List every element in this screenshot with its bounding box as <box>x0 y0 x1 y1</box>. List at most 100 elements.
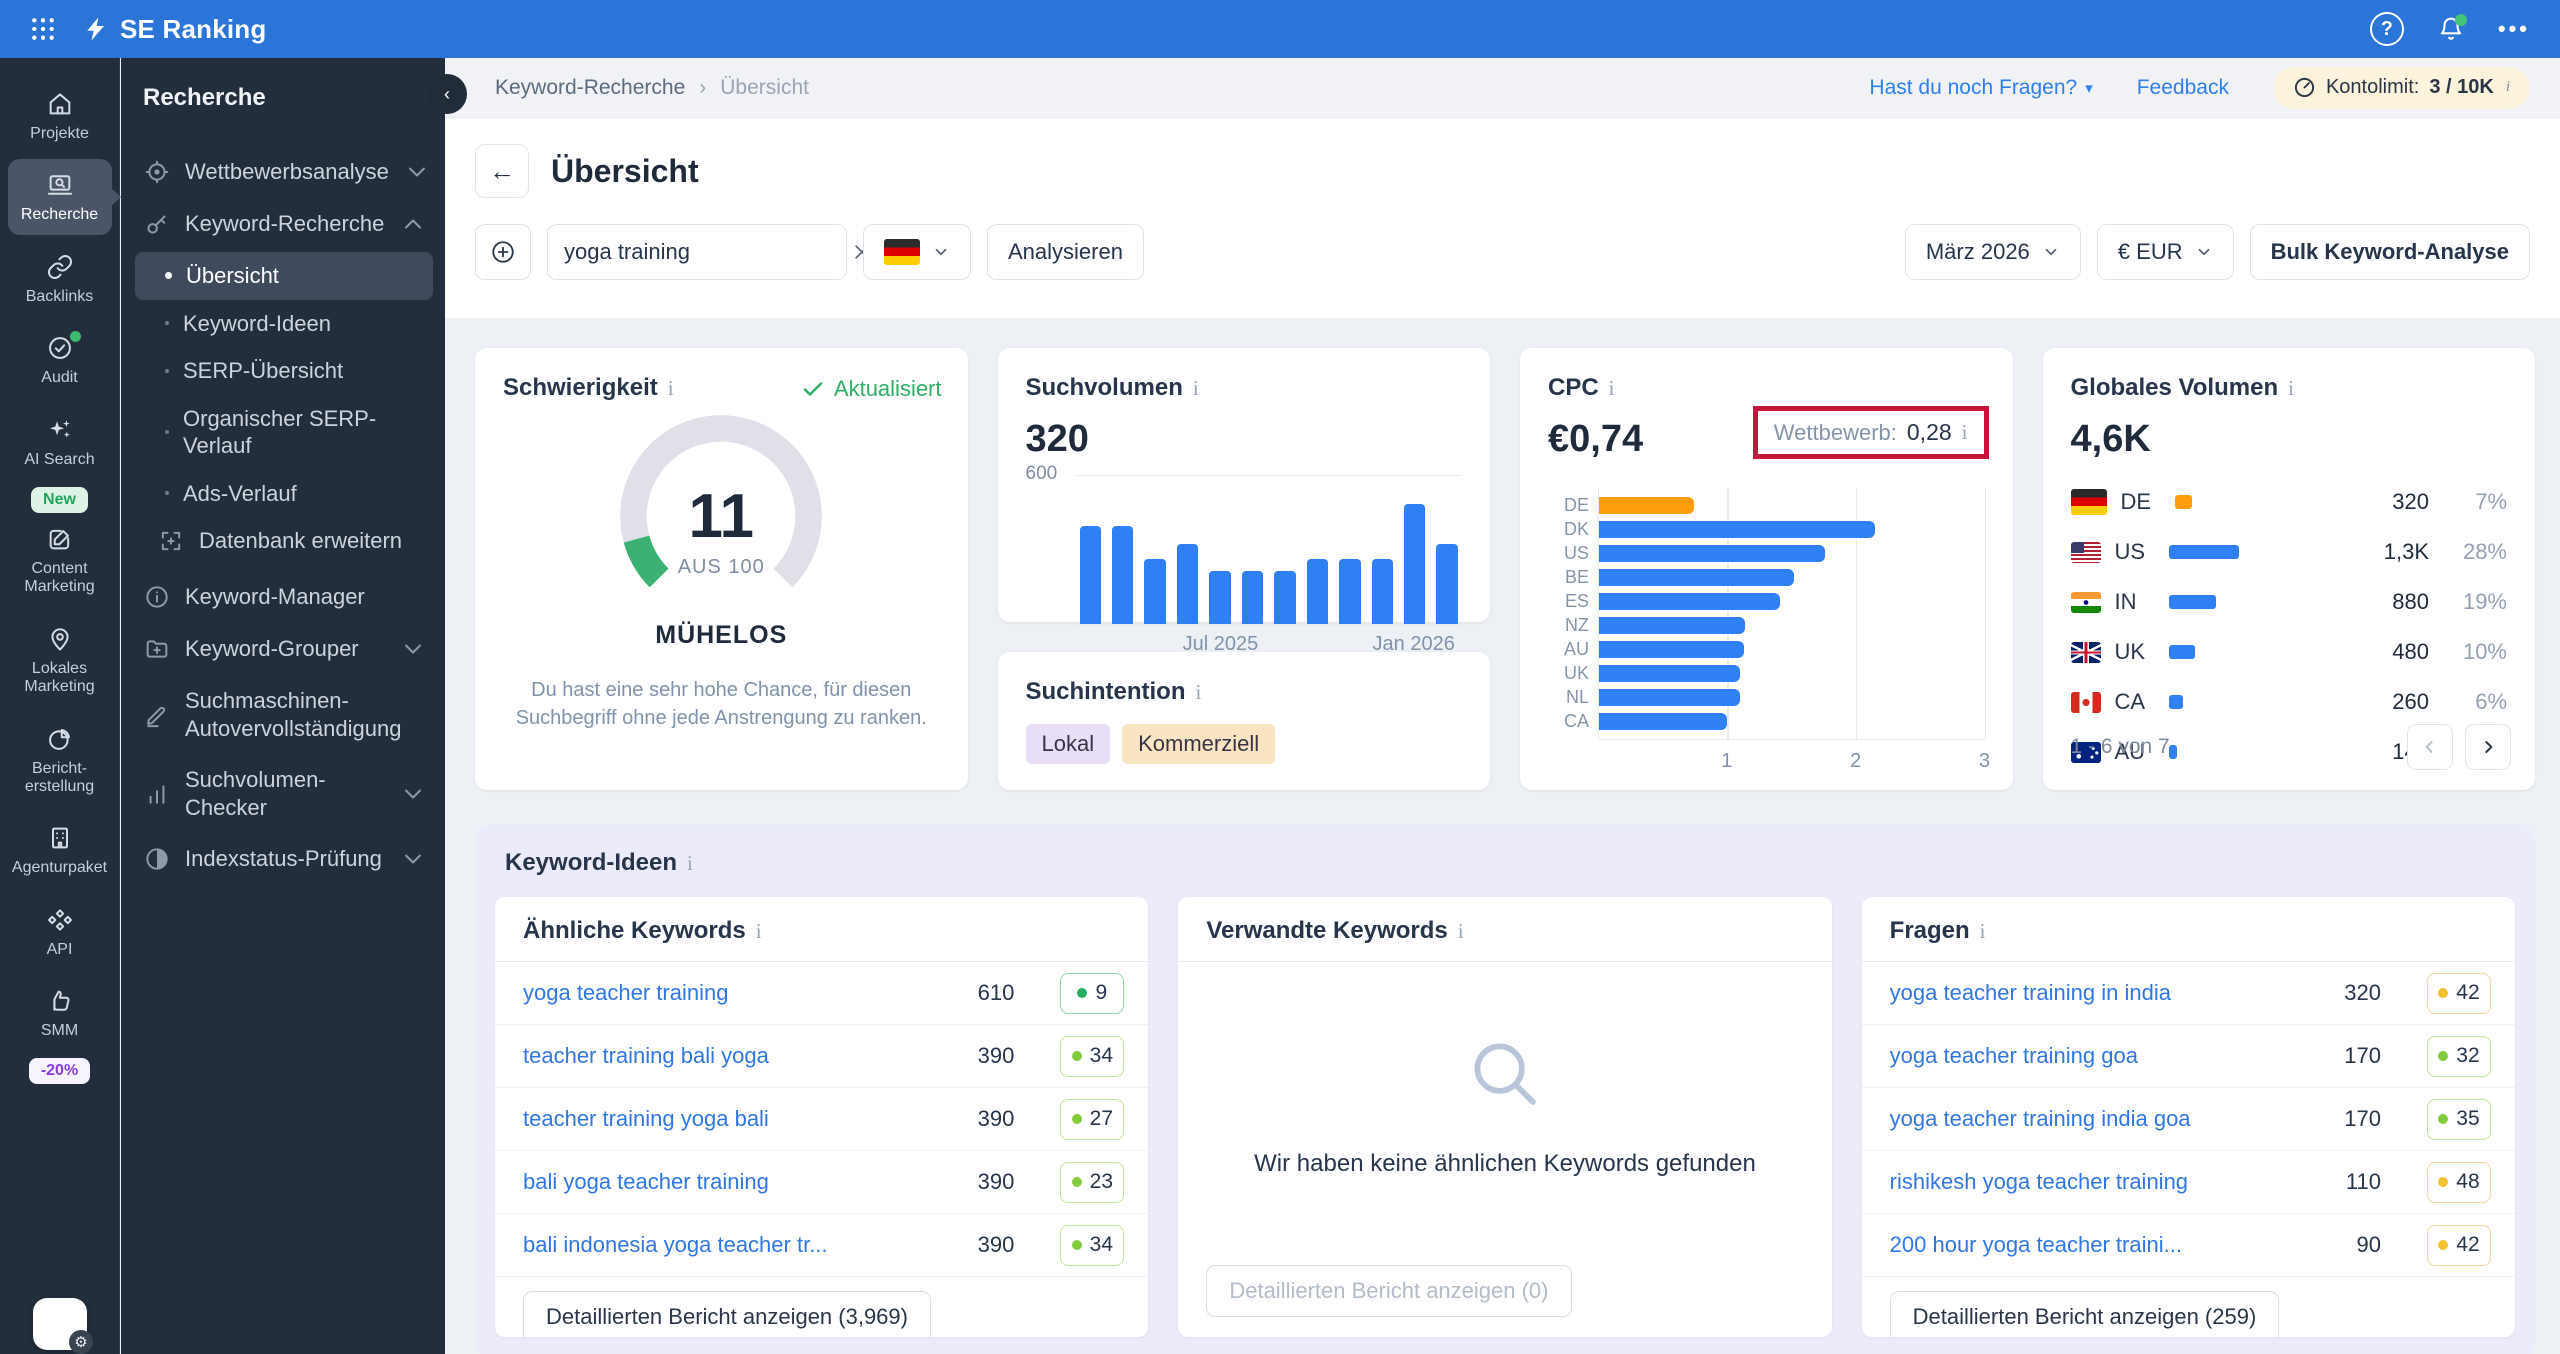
sidebar-subitem-organischer-serp-verlauf[interactable]: Organischer SERP-Verlauf <box>135 395 433 470</box>
question-keyword-row[interactable]: yoga teacher training india goa 170 35 <box>1861 1088 2515 1151</box>
info-icon[interactable]: i <box>1980 919 1986 944</box>
keyword-link[interactable]: bali indonesia yoga teacher tr... <box>523 1232 904 1258</box>
prev-page-button[interactable] <box>2407 724 2453 770</box>
rail-item-berichterstellung[interactable]: Bericht-erstellung <box>8 713 112 807</box>
similar-detailed-report-button[interactable]: Detaillierten Bericht anzeigen (3,969) <box>523 1291 931 1337</box>
question-keyword-row[interactable]: yoga teacher training in india 320 42 <box>1861 962 2515 1025</box>
info-icon[interactable]: i <box>1195 680 1201 705</box>
info-icon[interactable]: i <box>687 851 693 876</box>
volume-bar-Sep 2025 <box>1274 571 1296 624</box>
country-select[interactable] <box>863 224 971 280</box>
rail-item-smm[interactable]: SMM <box>8 975 112 1050</box>
sidebar-item-suchmaschinen-autovervollstaendigung[interactable]: Suchmaschinen-Autovervollständigung <box>135 675 433 754</box>
difficulty-dot <box>2438 1240 2449 1250</box>
keyword-link[interactable]: bali yoga teacher training <box>523 1169 904 1195</box>
keyword-link[interactable]: teacher training bali yoga <box>523 1043 904 1069</box>
month-select[interactable]: März 2026 <box>1904 224 2081 280</box>
similar-keyword-row[interactable]: bali indonesia yoga teacher tr... 390 34 <box>495 1214 1149 1277</box>
breadcrumb-parent[interactable]: Keyword-Recherche <box>495 76 685 100</box>
sidebar-item-keyword-grouper[interactable]: Keyword-Grouper <box>135 623 433 675</box>
volume-value: 1,3K <box>2383 539 2429 564</box>
chat-widget-button[interactable]: ⚙ <box>33 1298 93 1354</box>
info-icon[interactable]: i <box>1609 376 1615 401</box>
sidebar-item-keyword-recherche[interactable]: Keyword-Recherche <box>135 198 433 250</box>
card-title: Fragen <box>1889 917 1970 944</box>
bulk-analysis-button[interactable]: Bulk Keyword-Analyse <box>2249 224 2530 280</box>
intent-badge-local: Lokal <box>1025 724 1111 764</box>
keyword-link[interactable]: 200 hour yoga teacher traini... <box>1890 1232 2271 1258</box>
questions-dropdown[interactable]: Hast du noch Fragen? ▾ <box>1869 76 2092 100</box>
sidebar-subitem-label: Ads-Verlauf <box>183 480 297 506</box>
rail-item-label: Agenturpaket <box>11 859 108 877</box>
rail-item-ai-search[interactable]: AI Search <box>8 404 112 479</box>
difficulty-gauge: 11 AUS 100 <box>609 414 833 619</box>
question-keyword-row[interactable]: yoga teacher training goa 170 32 <box>1861 1025 2515 1088</box>
info-icon[interactable]: i <box>668 376 674 401</box>
info-icon[interactable]: i <box>2506 79 2510 96</box>
rail-item-agenturpaket[interactable]: Agenturpaket <box>8 812 112 887</box>
sidebar-item-indexstatus-pruefung[interactable]: Indexstatus-Prüfung <box>135 833 433 885</box>
country-label: CA <box>1563 710 1589 731</box>
keyword-link[interactable]: yoga teacher training goa <box>1890 1043 2271 1069</box>
add-keyword-button[interactable] <box>475 224 531 280</box>
sidebar-subitem-uebersicht[interactable]: Übersicht <box>135 252 433 300</box>
rail-item-projekte[interactable]: Projekte <box>8 78 112 153</box>
info-icon[interactable]: i <box>1962 420 1968 445</box>
help-icon[interactable]: ? <box>2369 12 2404 46</box>
account-limit-badge[interactable]: Kontolimit: 3 / 10K i <box>2272 66 2530 109</box>
sidebar-subitem-datenbank-erweitern[interactable]: Datenbank erweitern <box>135 517 433 565</box>
keyword-link[interactable]: yoga teacher training in india <box>1890 980 2271 1006</box>
country-code: IN <box>2114 589 2137 614</box>
app-grid-icon[interactable] <box>30 16 56 42</box>
similar-keyword-row[interactable]: yoga teacher training 610 9 <box>495 962 1149 1025</box>
country-label: UK <box>1563 662 1589 683</box>
info-icon[interactable]: i <box>1458 919 1464 944</box>
more-menu-icon[interactable]: ••• <box>2498 16 2530 42</box>
cpc-bar-US <box>1599 544 1826 562</box>
keyword-link[interactable]: teacher training yoga bali <box>523 1106 904 1132</box>
sidebar-item-wettbewerbsanalyse[interactable]: Wettbewerbsanalyse <box>135 146 433 198</box>
questions-detailed-report-button[interactable]: Detaillierten Bericht anzeigen (259) <box>1889 1291 2280 1337</box>
sidebar-collapse-button[interactable]: ‹ <box>427 74 467 114</box>
info-icon[interactable]: i <box>1193 376 1199 401</box>
back-button[interactable]: ← <box>475 144 529 198</box>
analyze-button[interactable]: Analysieren <box>987 224 1144 280</box>
info-icon[interactable]: i <box>756 919 762 944</box>
sidebar-item-suchvolumen-checker[interactable]: Suchvolumen-Checker <box>135 754 433 833</box>
similar-keyword-row[interactable]: bali yoga teacher training 390 23 <box>495 1151 1149 1214</box>
bullet-dot <box>165 368 169 373</box>
info-icon[interactable]: i <box>2288 376 2294 401</box>
next-page-button[interactable] <box>2465 724 2511 770</box>
keyword-link[interactable]: yoga teacher training india goa <box>1890 1106 2271 1132</box>
similar-keyword-row[interactable]: teacher training bali yoga 390 34 <box>495 1025 1149 1088</box>
rail-item-backlinks[interactable]: Backlinks <box>8 241 112 316</box>
keyword-search-input[interactable] <box>547 224 869 280</box>
sidebar-subitem-ads-verlauf[interactable]: Ads-Verlauf <box>135 470 433 518</box>
global-volume-row-US: US 1,3K 28% <box>2070 527 2507 577</box>
search-toolbar: Analysieren März 2026 € EUR Bulk Keyword… <box>475 224 2530 280</box>
keyword-volume: 390 <box>977 1043 1015 1068</box>
keyword-link[interactable]: rishikesh yoga teacher training <box>1890 1169 2271 1195</box>
rail-item-recherche[interactable]: Recherche <box>7 159 112 235</box>
question-keyword-row[interactable]: rishikesh yoga teacher training 110 48 <box>1861 1151 2515 1214</box>
rail-item-lokales-marketing[interactable]: Lokales Marketing <box>8 613 112 707</box>
similar-keyword-row[interactable]: teacher training yoga bali 390 27 <box>495 1088 1149 1151</box>
link-icon <box>46 253 74 281</box>
notifications-icon[interactable] <box>2438 14 2467 42</box>
se-ranking-logo[interactable]: SE Ranking <box>82 14 266 45</box>
rail-item-api[interactable]: API <box>8 894 112 969</box>
keyword-volume: 390 <box>977 1169 1015 1194</box>
global-volume-row-IN: IN 880 19% <box>2070 577 2507 627</box>
sidebar-item-keyword-manager[interactable]: Keyword-Manager <box>135 571 433 623</box>
rail-item-audit[interactable]: Audit <box>8 322 112 397</box>
sidebar-subitem-keyword-ideen[interactable]: Keyword-Ideen <box>135 300 433 348</box>
question-keyword-row[interactable]: 200 hour yoga teacher traini... 90 42 <box>1861 1214 2515 1277</box>
feedback-link[interactable]: Feedback <box>2137 76 2229 100</box>
search-input[interactable] <box>564 239 852 265</box>
related-detailed-report-button[interactable]: Detaillierten Bericht anzeigen (0) <box>1206 1265 1572 1317</box>
rail-item-label: Projekte <box>30 125 89 142</box>
currency-select[interactable]: € EUR <box>2096 224 2234 280</box>
keyword-link[interactable]: yoga teacher training <box>523 980 904 1006</box>
sidebar-subitem-serp-uebersicht[interactable]: SERP-Übersicht <box>135 347 433 395</box>
rail-item-content-marketing[interactable]: Content Marketing <box>8 513 112 607</box>
